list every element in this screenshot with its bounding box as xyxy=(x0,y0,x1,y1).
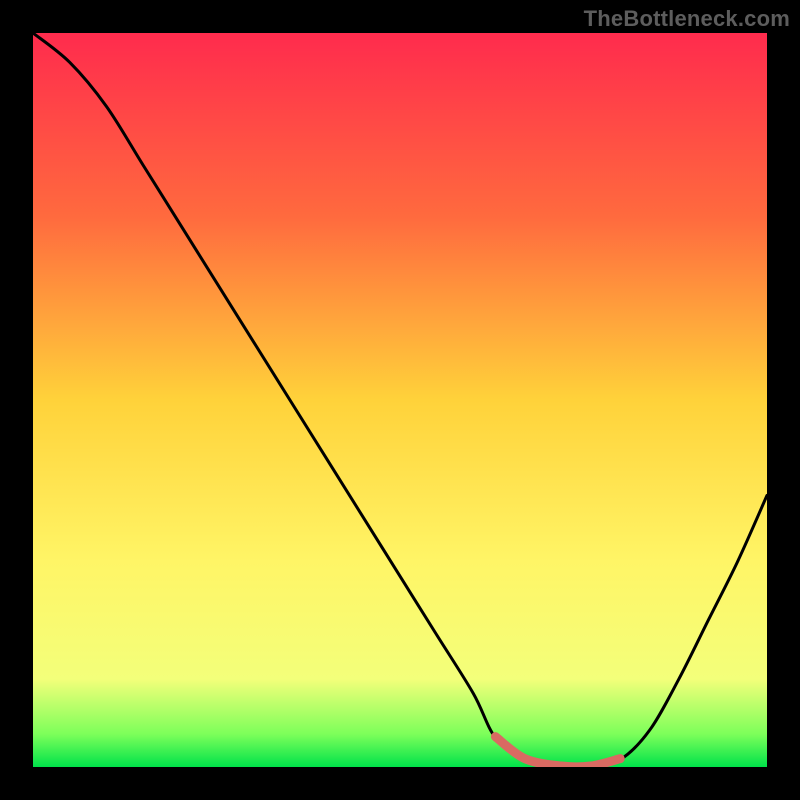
gradient-background xyxy=(33,33,767,767)
watermark-label: TheBottleneck.com xyxy=(584,6,790,32)
bottleneck-chart xyxy=(33,33,767,767)
chart-frame: TheBottleneck.com xyxy=(0,0,800,800)
plot-area xyxy=(33,33,767,767)
